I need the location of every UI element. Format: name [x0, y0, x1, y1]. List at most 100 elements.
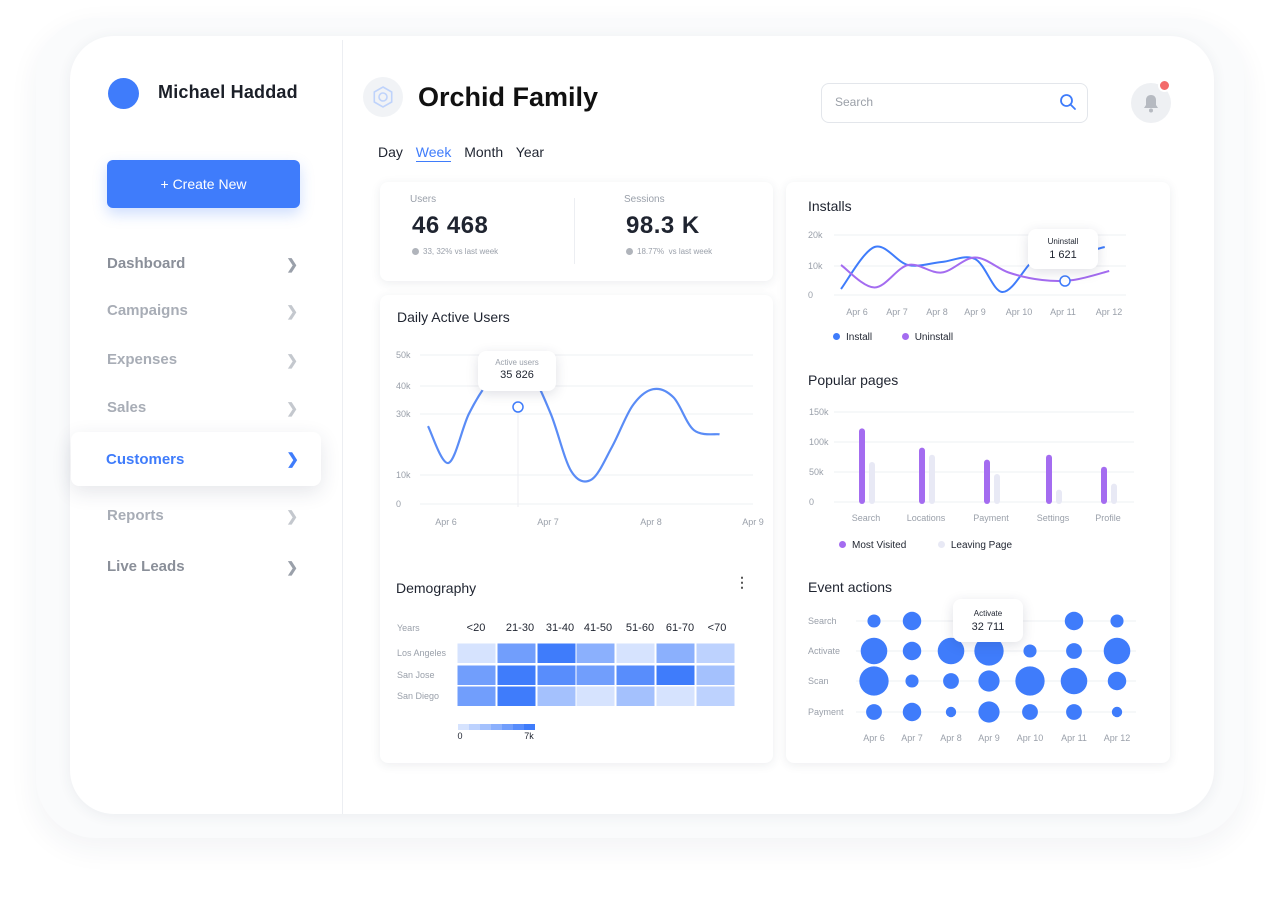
event-bubble: [1066, 704, 1082, 720]
legend-leaving-page: Leaving Page: [950, 540, 1013, 551]
heatmap-column-label: 41-50: [584, 622, 612, 634]
highlight-point: [512, 401, 524, 413]
active-users-line: [427, 363, 720, 483]
x-tick-label: Apr 7: [537, 517, 559, 527]
heatmap-cell: [695, 685, 736, 707]
sidebar-item-expenses[interactable]: Expenses ❯: [107, 351, 302, 375]
popular-pages-chart: 0 50k 100k 150k Search Locations Payment Settin…: [809, 407, 1134, 523]
x-tick-label: Apr 9: [742, 517, 764, 527]
heatmap-scale-min: 0: [457, 731, 462, 741]
heatmap-scale-swatch: [524, 724, 535, 730]
more-options-icon[interactable]: ⋮: [735, 575, 749, 589]
x-tick-label: Search: [852, 513, 881, 523]
heatmap-row-label: Los Angeles: [397, 648, 447, 658]
stats-divider: [574, 198, 575, 264]
event-bubble: [902, 702, 922, 722]
y-tick-label: 10k: [396, 470, 411, 480]
heatmap-row-label: San Jose: [397, 670, 435, 680]
search-icon[interactable]: [1059, 93, 1077, 116]
event-bubble: [902, 641, 922, 661]
x-tick-label: Apr 7: [901, 733, 923, 743]
search-box[interactable]: [821, 83, 1088, 123]
chevron-right-icon: ❯: [286, 352, 298, 368]
bar-most-visited: [984, 459, 990, 504]
y-tick-label: 50k: [396, 350, 411, 360]
sidebar-item-sales[interactable]: Sales ❯: [107, 399, 302, 423]
sessions-value: 98.3 K: [626, 212, 700, 239]
tab-week[interactable]: Week: [415, 144, 452, 162]
event-bubble: [1060, 667, 1088, 695]
search-input[interactable]: [833, 94, 1037, 110]
heatmap-cell: [575, 642, 616, 664]
event-bubble: [866, 704, 882, 720]
bar-leaving-page: [869, 462, 875, 504]
row-label: Payment: [808, 707, 844, 717]
tab-month[interactable]: Month: [464, 144, 503, 160]
tab-day[interactable]: Day: [378, 144, 403, 160]
tooltip-value: 35 826: [500, 369, 534, 381]
y-tick-label: 10k: [808, 261, 823, 271]
chevron-right-icon: ❯: [286, 256, 298, 272]
event-bubble: [1023, 644, 1037, 658]
sidebar-item-live-leads[interactable]: Live Leads ❯: [107, 558, 302, 582]
heatmap-cell: [575, 685, 616, 707]
sessions-change-text: vs last week: [668, 247, 713, 256]
heatmap-cell: [456, 685, 497, 707]
sidebar-item-reports[interactable]: Reports ❯: [107, 507, 302, 531]
heatmap-cell: [536, 685, 577, 707]
sidebar-item-customers[interactable]: Customers ❯: [71, 432, 321, 486]
bar-leaving-page: [994, 474, 1000, 504]
bar-most-visited: [919, 447, 925, 504]
create-new-button[interactable]: + Create New: [107, 160, 300, 208]
x-tick-label: Apr 9: [978, 733, 1000, 743]
x-tick-label: Apr 6: [435, 517, 457, 527]
heatmap-scale-max: 7k: [524, 731, 534, 741]
event-bubble: [902, 611, 922, 631]
compare-icon: [412, 248, 419, 255]
x-tick-label: Apr 11: [1061, 733, 1087, 743]
sessions-label: Sessions: [624, 194, 665, 205]
heatmap-scale-swatch: [480, 724, 491, 730]
popular-pages-title: Popular pages: [808, 372, 899, 388]
period-tabs: Day Week Month Year: [378, 144, 553, 162]
x-tick-label: Apr 6: [846, 307, 868, 317]
x-tick-label: Apr 8: [926, 307, 948, 317]
tooltip-label: Uninstall: [1047, 237, 1079, 246]
installs-tooltip: Uninstall 1 621: [1028, 229, 1098, 269]
event-bubble: [1111, 706, 1123, 718]
legend-swatch: [839, 541, 846, 548]
heatmap-cell: [456, 642, 497, 664]
demography-heatmap: Years <20 21-30 31-40 41-50 51-60 61-70 <70 Los …: [397, 622, 736, 741]
sidebar-item-dashboard[interactable]: Dashboard ❯: [107, 255, 302, 279]
event-bubble: [943, 673, 959, 689]
sidebar-item-campaigns[interactable]: Campaigns ❯: [107, 302, 302, 326]
bar-most-visited: [1046, 454, 1052, 504]
event-bubble: [978, 670, 1000, 692]
notification-badge: [1158, 79, 1171, 92]
heatmap-cell: [496, 664, 537, 686]
avatar[interactable]: [108, 78, 139, 109]
legend-uninstall: Uninstall: [914, 332, 954, 343]
y-tick-label: 0: [396, 499, 401, 509]
daily-active-card: Daily Active Users 0 10k 30k 40k 50k Apr 6 Apr…: [380, 295, 773, 763]
x-tick-label: Apr 9: [964, 307, 986, 317]
row-label: Scan: [808, 676, 829, 686]
chevron-right-icon: ❯: [286, 303, 298, 319]
x-tick-label: Apr 11: [1050, 307, 1076, 317]
event-bubble: [1015, 666, 1045, 696]
events-tooltip: Activate 32 711: [953, 599, 1023, 642]
heatmap-scale-swatch: [513, 724, 524, 730]
bar-leaving-page: [1056, 489, 1062, 504]
tab-year[interactable]: Year: [516, 144, 544, 160]
bar-most-visited: [859, 428, 865, 504]
heatmap-cell: [456, 664, 497, 686]
y-tick-label: 0: [808, 290, 813, 300]
y-tick-label: 0: [809, 497, 814, 507]
bar-leaving-page: [929, 454, 935, 504]
heatmap-cell: [615, 685, 656, 707]
user-name: Michael Haddad: [158, 82, 298, 102]
chevron-right-icon: ❯: [286, 400, 298, 416]
x-tick-label: Apr 12: [1096, 307, 1123, 317]
y-tick-label: 50k: [809, 467, 824, 477]
heatmap-scale-swatch: [458, 724, 469, 730]
